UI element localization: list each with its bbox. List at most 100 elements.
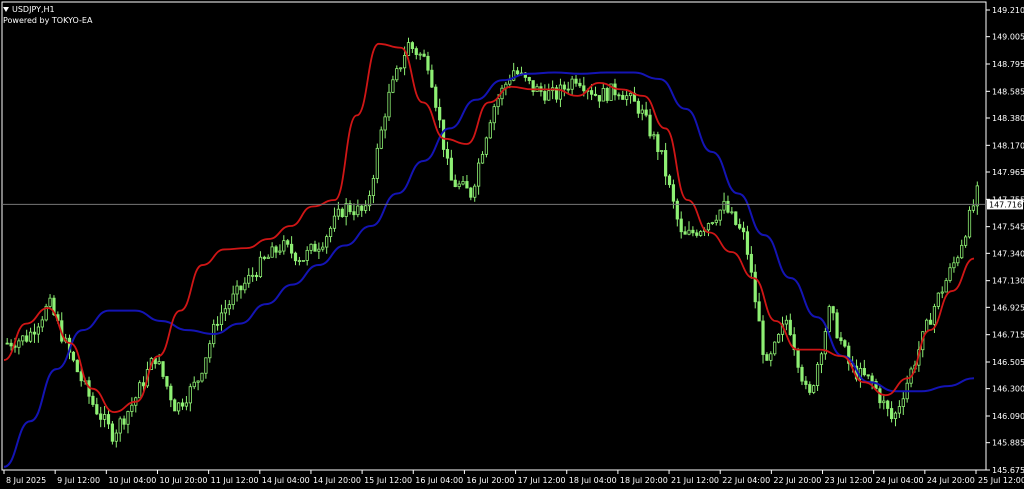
candle — [741, 221, 746, 240]
candle-body — [200, 372, 204, 382]
candle — [882, 393, 886, 410]
candle-body — [508, 79, 512, 85]
candle-body — [699, 231, 703, 236]
candle-body — [749, 253, 753, 273]
candle — [126, 410, 130, 434]
candle-body — [422, 53, 426, 57]
candle — [60, 312, 64, 344]
candle-body — [667, 175, 672, 186]
candle — [434, 84, 438, 112]
candle — [414, 46, 418, 60]
y-tick-label: 145.675 — [992, 466, 1024, 475]
candle — [254, 271, 259, 281]
y-tick-label: 148.170 — [992, 141, 1024, 150]
candle-body — [960, 244, 964, 259]
candle — [177, 402, 181, 415]
candle — [227, 300, 231, 316]
candle-body — [480, 153, 485, 164]
candle-body — [948, 267, 952, 281]
candle — [266, 254, 270, 259]
candle — [208, 340, 212, 363]
candle — [103, 406, 107, 428]
candle-body — [878, 388, 882, 404]
candle-body — [130, 404, 134, 412]
candle-body — [9, 342, 13, 347]
dropdown-triangle-icon[interactable] — [3, 7, 9, 12]
candle — [188, 383, 192, 412]
chart-frame: 149.210 149.005 148.795 148.585 148.380 148.1… — [0, 0, 1024, 489]
candle-body — [110, 423, 114, 442]
candle-body — [21, 335, 25, 342]
candle — [784, 315, 789, 331]
candle-body — [313, 243, 317, 252]
candle — [948, 263, 952, 283]
candle — [395, 65, 399, 83]
candle-body — [769, 353, 773, 361]
x-tick-label: 21 Jul 12:00 — [671, 476, 719, 485]
y-tick-label: 147.545 — [992, 223, 1024, 232]
candle-body — [410, 42, 414, 49]
candle-body — [734, 211, 738, 225]
candle — [91, 392, 95, 407]
candle — [235, 280, 239, 302]
candle-body — [492, 106, 496, 124]
candle-body — [379, 129, 383, 149]
candle — [749, 246, 753, 279]
candle — [648, 108, 652, 139]
candle — [960, 239, 964, 260]
candle-body — [453, 179, 457, 188]
candle-body — [309, 243, 313, 251]
candle-body — [449, 157, 453, 181]
candle — [827, 304, 831, 333]
candle — [480, 151, 485, 164]
candle-body — [765, 354, 769, 361]
candle-body — [352, 211, 356, 216]
symbol-row[interactable]: USDJPY,H1 — [3, 4, 92, 15]
candle — [44, 303, 48, 322]
candle-body — [773, 341, 777, 355]
candle-body — [48, 297, 52, 307]
candle-body — [239, 285, 243, 291]
candle-body — [25, 335, 29, 342]
price-chart[interactable]: 149.210 149.005 148.795 148.585 148.380 148.1… — [0, 0, 1024, 489]
candle — [886, 399, 890, 417]
candle — [453, 174, 457, 188]
y-tick-label: 148.585 — [992, 87, 1024, 96]
candle — [601, 82, 605, 102]
fast-ma-line — [3, 42, 975, 413]
candle-body — [660, 150, 664, 152]
candle — [901, 391, 905, 415]
candle — [247, 268, 251, 288]
candle-body — [223, 308, 227, 314]
candle-body — [99, 413, 103, 420]
candle — [243, 277, 247, 294]
candle — [344, 198, 348, 226]
candle-body — [831, 306, 835, 314]
candle — [804, 376, 808, 390]
candle-body — [371, 178, 376, 196]
candle-body — [777, 333, 781, 343]
candle-body — [827, 306, 831, 332]
candle — [114, 429, 118, 448]
y-tick-label: 147.965 — [992, 168, 1024, 177]
candle-body — [644, 109, 648, 116]
candle — [17, 338, 21, 355]
candle — [5, 338, 9, 345]
candle-body — [886, 400, 890, 409]
candle — [169, 383, 173, 408]
candle-body — [835, 312, 839, 339]
x-tick-label: 18 Jul 20:00 — [620, 476, 668, 485]
candle — [134, 396, 138, 413]
x-tick-label: 10 Jul 20:00 — [159, 476, 207, 485]
candle — [660, 150, 664, 155]
candle — [367, 190, 372, 211]
candle-body — [590, 90, 594, 95]
candle-body — [106, 414, 111, 425]
candle — [625, 89, 629, 106]
candle-body — [745, 231, 750, 255]
y-tick-label: 146.505 — [992, 358, 1024, 367]
candle — [905, 375, 909, 403]
candle — [106, 408, 111, 430]
candle-body — [628, 92, 633, 97]
candle-body — [418, 53, 422, 56]
